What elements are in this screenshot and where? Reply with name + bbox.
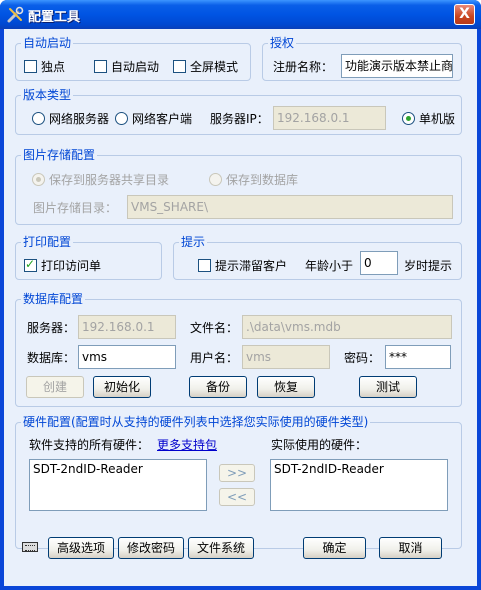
config-window: 配置工具 X 自动启动 独点 自动启动 全屏模式 授权 注册名称： 功能演示版本… bbox=[0, 0, 481, 590]
filesystem-button[interactable]: 文件系统 bbox=[188, 537, 254, 559]
advanced-options-button[interactable]: 高级选项 bbox=[48, 537, 114, 559]
db-user-input[interactable]: vms bbox=[242, 345, 330, 369]
autostart-group-title: 自动启动 bbox=[21, 36, 74, 50]
version-group-title: 版本类型 bbox=[21, 88, 74, 102]
save-share-radio[interactable] bbox=[32, 173, 45, 186]
network-server-label: 网络服务器 bbox=[49, 112, 110, 126]
image-dir-input[interactable]: VMS_SHARE\ bbox=[127, 195, 453, 219]
print-visit-label: 打印访问单 bbox=[41, 259, 102, 273]
age-less-label: 年龄小于 bbox=[305, 259, 354, 273]
detain-checkbox[interactable] bbox=[198, 259, 211, 272]
age-suffix-label: 岁时提示 bbox=[404, 259, 453, 273]
db-user-label: 用户名： bbox=[190, 351, 239, 365]
autostart-group: 自动启动 独点 自动启动 全屏模式 bbox=[15, 36, 251, 81]
db-password-input[interactable]: *** bbox=[385, 345, 451, 369]
license-group: 授权 注册名称： 功能演示版本禁止商 bbox=[262, 36, 462, 81]
db-server-label: 服务器： bbox=[27, 321, 76, 335]
db-name-input[interactable]: vms bbox=[78, 345, 176, 369]
keyboard-icon[interactable] bbox=[22, 542, 38, 552]
remove-hardware-button[interactable]: << bbox=[219, 488, 255, 506]
fullscreen-checkbox[interactable] bbox=[173, 60, 186, 73]
server-ip-label: 服务器IP： bbox=[210, 112, 269, 126]
supported-hardware-list[interactable]: SDT-2ndID-Reader bbox=[29, 459, 207, 511]
hardware-group: 硬件配置(配置时从支持的硬件列表中选择您实际使用的硬件类型) 软件支持的所有硬件… bbox=[15, 415, 462, 549]
db-server-input[interactable]: 192.168.0.1 bbox=[78, 315, 176, 339]
save-share-label: 保存到服务器共享目录 bbox=[49, 173, 170, 187]
print-group-title: 打印配置 bbox=[21, 235, 74, 249]
image-storage-group: 图片存储配置 保存到服务器共享目录 保存到数据库 图片存储目录： VMS_SHA… bbox=[15, 148, 462, 225]
age-input[interactable]: 0 bbox=[360, 251, 398, 275]
server-ip-input[interactable]: 192.168.0.1 bbox=[273, 106, 386, 130]
close-button[interactable]: X bbox=[454, 4, 475, 25]
actual-hardware-label: 实际使用的硬件： bbox=[271, 438, 368, 452]
standalone-label: 独点 bbox=[41, 60, 66, 74]
autostart-label: 自动启动 bbox=[111, 60, 160, 74]
network-server-radio[interactable] bbox=[32, 112, 45, 125]
standalone-version-radio[interactable] bbox=[402, 112, 415, 125]
standalone-version-label: 单机版 bbox=[419, 112, 456, 126]
db-password-label: 密码： bbox=[344, 351, 381, 365]
reg-name-label: 注册名称： bbox=[273, 60, 334, 74]
version-group: 版本类型 网络服务器 网络客户端 服务器IP： 192.168.0.1 单机版 bbox=[15, 88, 462, 135]
database-group: 数据库配置 服务器： 192.168.0.1 文件名： .\data\vms.m… bbox=[15, 292, 462, 407]
create-db-button[interactable]: 创建 bbox=[26, 376, 84, 398]
hardware-group-title: 硬件配置(配置时从支持的硬件列表中选择您实际使用的硬件类型) bbox=[21, 415, 371, 429]
backup-db-button[interactable]: 备份 bbox=[189, 376, 247, 398]
db-name-label: 数据库： bbox=[27, 351, 76, 365]
change-password-button[interactable]: 修改密码 bbox=[118, 537, 184, 559]
test-db-button[interactable]: 测试 bbox=[359, 376, 417, 398]
hint-group-title: 提示 bbox=[179, 235, 208, 249]
supported-hardware-label: 软件支持的所有硬件： bbox=[29, 438, 150, 452]
list-item[interactable]: SDT-2ndID-Reader bbox=[33, 462, 203, 476]
image-storage-group-title: 图片存储配置 bbox=[21, 148, 98, 162]
save-db-radio[interactable] bbox=[209, 173, 222, 186]
print-visit-checkbox[interactable] bbox=[24, 257, 37, 272]
restore-db-button[interactable]: 恢复 bbox=[257, 376, 315, 398]
more-packages-link[interactable]: 更多支持包 bbox=[157, 438, 217, 452]
actual-hardware-list[interactable]: SDT-2ndID-Reader bbox=[270, 459, 448, 511]
network-client-radio[interactable] bbox=[115, 112, 128, 125]
title-bar[interactable]: 配置工具 X bbox=[0, 0, 481, 29]
list-item[interactable]: SDT-2ndID-Reader bbox=[274, 462, 444, 476]
image-dir-label: 图片存储目录： bbox=[33, 201, 118, 215]
cancel-button[interactable]: 取消 bbox=[379, 537, 442, 559]
dialog-body: 自动启动 独点 自动启动 全屏模式 授权 注册名称： 功能演示版本禁止商 版本类… bbox=[4, 29, 477, 586]
license-group-title: 授权 bbox=[268, 36, 297, 50]
detain-label: 提示滞留客户 bbox=[215, 259, 288, 273]
hint-group: 提示 提示滞留客户 年龄小于 0 岁时提示 bbox=[173, 235, 462, 280]
print-group: 打印配置 打印访问单 bbox=[15, 235, 162, 280]
db-file-input[interactable]: .\data\vms.mdb bbox=[242, 315, 452, 339]
tools-icon bbox=[7, 6, 24, 23]
database-group-title: 数据库配置 bbox=[21, 292, 86, 306]
reg-name-input[interactable]: 功能演示版本禁止商 bbox=[341, 54, 453, 78]
network-client-label: 网络客户端 bbox=[132, 112, 193, 126]
standalone-checkbox[interactable] bbox=[24, 60, 37, 73]
init-db-button[interactable]: 初始化 bbox=[93, 376, 151, 398]
autostart-checkbox[interactable] bbox=[94, 60, 107, 73]
db-file-label: 文件名： bbox=[190, 321, 239, 335]
fullscreen-label: 全屏模式 bbox=[190, 60, 239, 74]
window-title: 配置工具 bbox=[28, 10, 81, 25]
save-db-label: 保存到数据库 bbox=[226, 173, 299, 187]
ok-button[interactable]: 确定 bbox=[303, 537, 366, 559]
add-hardware-button[interactable]: >> bbox=[219, 464, 255, 482]
